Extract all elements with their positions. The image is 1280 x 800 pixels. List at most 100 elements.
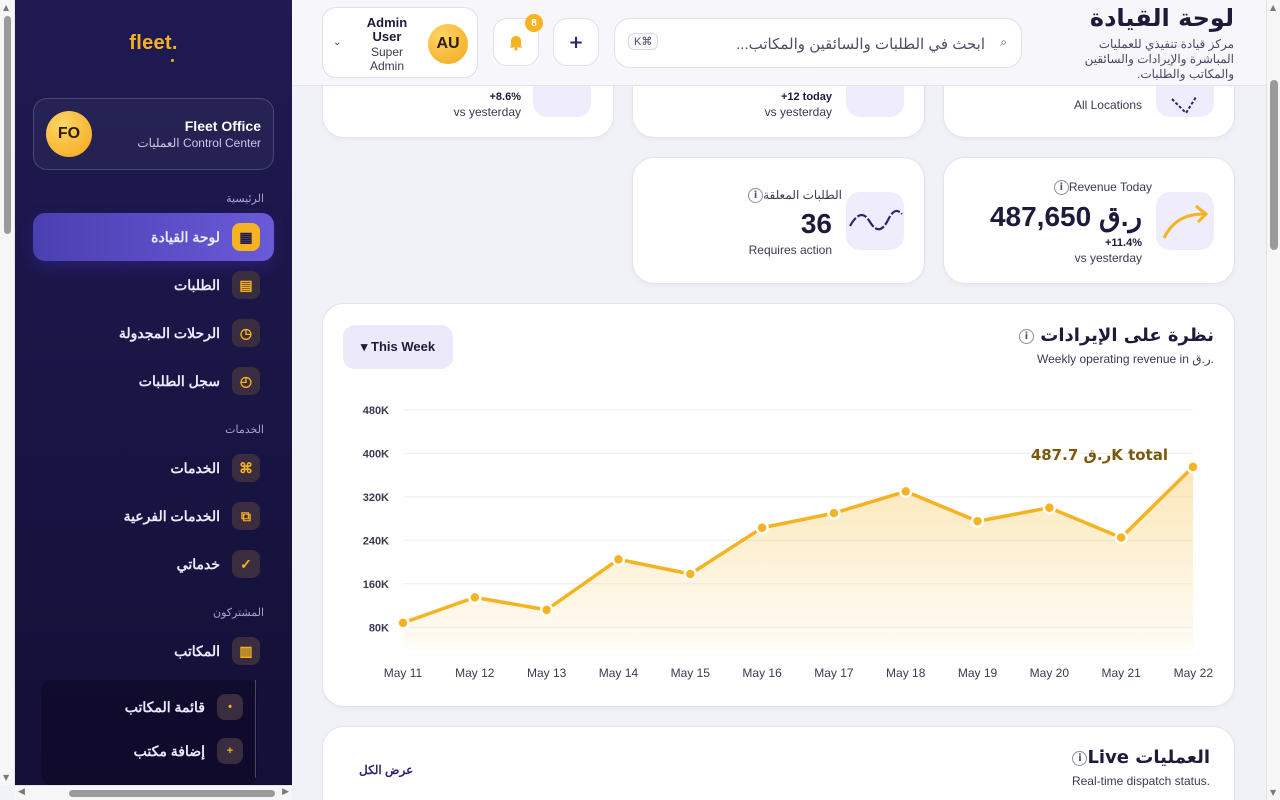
sidebar-item-sub-services[interactable]: ⧉ الخدمات الفرعية	[33, 492, 274, 540]
office-card[interactable]: FO Fleet Office العمليات Control Center	[33, 98, 274, 170]
page-description: مركز قيادة تنفيذي للعمليات المباشرة والإ…	[1084, 37, 1234, 81]
info-icon[interactable]: i	[1053, 180, 1069, 196]
wave-icon	[846, 192, 904, 250]
page-title: لوحة القيادة	[1089, 4, 1234, 32]
pending-orders-card[interactable]: i الطلبات المعلقة 36 Requires action	[632, 157, 925, 284]
orders-list-icon: ▤	[232, 271, 260, 299]
sidebar-subitem-add-office[interactable]: + إضافة مكتب	[41, 731, 255, 771]
page-vertical-scrollbar[interactable]: ▲ ▼	[1266, 0, 1280, 800]
plus-icon: +	[217, 738, 243, 764]
kpi-trend: +11.4%	[1104, 237, 1142, 249]
data-point	[898, 484, 913, 499]
chevron-down-icon: ⌄	[333, 37, 342, 48]
y-tick-label: 160K	[363, 579, 389, 591]
data-point	[1042, 500, 1057, 515]
sidebar-item-offices[interactable]: ▥ المكاتب	[33, 627, 274, 675]
revenue-area-chart: 80K 160K 240K 320K 400K 480K May 11 May 12 May 1…	[363, 405, 1214, 680]
data-point	[970, 514, 985, 529]
kpi-label: i الطلبات المعلقة	[744, 188, 842, 204]
x-tick-label: May 20	[1030, 666, 1070, 680]
sidebar-item-my-services[interactable]: ✓ خدماتي	[33, 540, 274, 588]
top-header: لوحة القيادة مركز قيادة تنفيذي للعمليات …	[292, 0, 1266, 86]
data-point	[683, 567, 698, 581]
info-icon[interactable]: i	[748, 188, 764, 204]
add-button[interactable]: +	[553, 18, 599, 66]
sidebar-item-label: الطلبات	[174, 276, 220, 293]
sidebar-item-label: المكاتب	[174, 642, 220, 659]
sidebar-item-label: لوحة القيادة	[151, 228, 220, 245]
fleet-logo[interactable]: fleet.	[15, 32, 292, 55]
scrollbar-thumb[interactable]	[4, 16, 11, 234]
clock-icon: ◷	[232, 319, 260, 347]
search-bar[interactable]: K⌘ ⌕	[614, 18, 1022, 68]
scroll-up-arrow-icon[interactable]: ▲	[1270, 3, 1276, 12]
kpi-value: 36	[800, 208, 832, 239]
sidebar-item-order-history[interactable]: ◴ سجل الطلبات	[33, 357, 274, 405]
kpi-subtext: vs yesterday	[1074, 251, 1142, 265]
sidebar-item-orders[interactable]: ▤ الطلبات	[33, 261, 274, 309]
x-tick-label: May 18	[886, 666, 926, 680]
scroll-down-arrow-icon[interactable]: ▼	[3, 773, 9, 782]
left-vertical-scrollbar[interactable]: ▲ ▼	[0, 0, 15, 785]
office-avatar: FO	[46, 111, 92, 157]
office-name: Fleet Office	[184, 118, 261, 134]
view-all-link[interactable]: عرض الكل	[359, 763, 413, 777]
section-label-subscribers: المشتركون	[213, 607, 264, 619]
sidebar-item-dashboard[interactable]: ▦ لوحة القيادة	[33, 213, 274, 261]
sidebar-subitem-label: إضافة مكتب	[133, 742, 205, 759]
data-point	[827, 506, 841, 520]
scroll-right-arrow-icon[interactable]: ▶	[282, 787, 289, 797]
notification-count-badge: 8	[525, 14, 543, 32]
dot-icon: •	[217, 694, 243, 720]
sidebar-subitem-label: قائمة المكاتب	[124, 698, 205, 715]
sidebar-item-label: الخدمات الفرعية	[123, 507, 220, 524]
user-role: Super Admin	[369, 45, 404, 73]
x-tick-label: May 11	[384, 666, 423, 680]
user-menu[interactable]: AU Admin User Super Admin ⌄	[322, 7, 478, 78]
logo-dot	[171, 59, 174, 62]
check-icon: ✓	[232, 550, 260, 578]
y-tick-label: 400K	[363, 448, 389, 460]
sidebar-item-label: خدماتي	[176, 555, 220, 572]
kpi-subtext: All Locations	[1073, 98, 1142, 112]
kpi-value: ر.ق 487,650	[989, 201, 1142, 232]
info-icon[interactable]: i	[1072, 750, 1088, 766]
scrollbar-thumb[interactable]	[69, 790, 275, 797]
y-tick-label: 320K	[363, 492, 389, 504]
sidebar-subitem-offices-list[interactable]: • قائمة المكاتب	[41, 687, 255, 727]
x-tick-label: May 19	[958, 666, 998, 680]
scrollbar-thumb[interactable]	[1270, 80, 1278, 250]
sidebar-item-label: الخدمات	[170, 459, 221, 476]
sidebar-item-scheduled-trips[interactable]: ◷ الرحلات المجدولة	[33, 309, 274, 357]
data-point	[1186, 460, 1200, 474]
bell-icon	[509, 36, 523, 51]
office-subtitle: العمليات Control Center	[137, 136, 261, 150]
x-tick-label: May 14	[599, 666, 639, 680]
user-name: Admin User	[366, 15, 408, 44]
scroll-left-arrow-icon[interactable]: ◀	[18, 787, 25, 797]
kpi-trend: +8.6%	[489, 91, 522, 103]
data-point	[611, 552, 626, 567]
trend-up-arrow-icon	[1156, 192, 1214, 250]
section-label-main: الرئيسية	[226, 193, 264, 205]
section-label-services: الخدمات	[225, 424, 264, 436]
y-tick-label: 80K	[369, 622, 389, 634]
revenue-today-card[interactable]: i Revenue Today ر.ق 487,650 +11.4% vs yes…	[943, 157, 1235, 284]
history-icon: ◴	[232, 367, 260, 395]
sidebar-item-services[interactable]: ⌘ الخدمات	[33, 444, 274, 492]
scroll-up-arrow-icon[interactable]: ▲	[3, 3, 9, 12]
kpi-subtext: Requires action	[748, 243, 832, 257]
sidebar-horizontal-scrollbar[interactable]: ◀ ▶	[15, 785, 292, 800]
x-tick-label: May 16	[742, 666, 782, 680]
revenue-chart-card: نظرة على الإيرادات i Weekly operating re…	[322, 303, 1235, 707]
scroll-down-arrow-icon[interactable]: ▼	[1270, 788, 1276, 797]
plus-icon: +	[568, 31, 584, 53]
notifications-button[interactable]: 8	[493, 14, 543, 66]
kpi-trend: +12 today	[780, 91, 832, 103]
x-tick-label: May 15	[671, 666, 711, 680]
building-icon: ▥	[232, 637, 260, 665]
submenu-divider	[255, 680, 256, 778]
data-point	[468, 590, 482, 605]
shortcut-badge: K⌘	[628, 33, 659, 50]
search-input[interactable]	[675, 32, 985, 56]
